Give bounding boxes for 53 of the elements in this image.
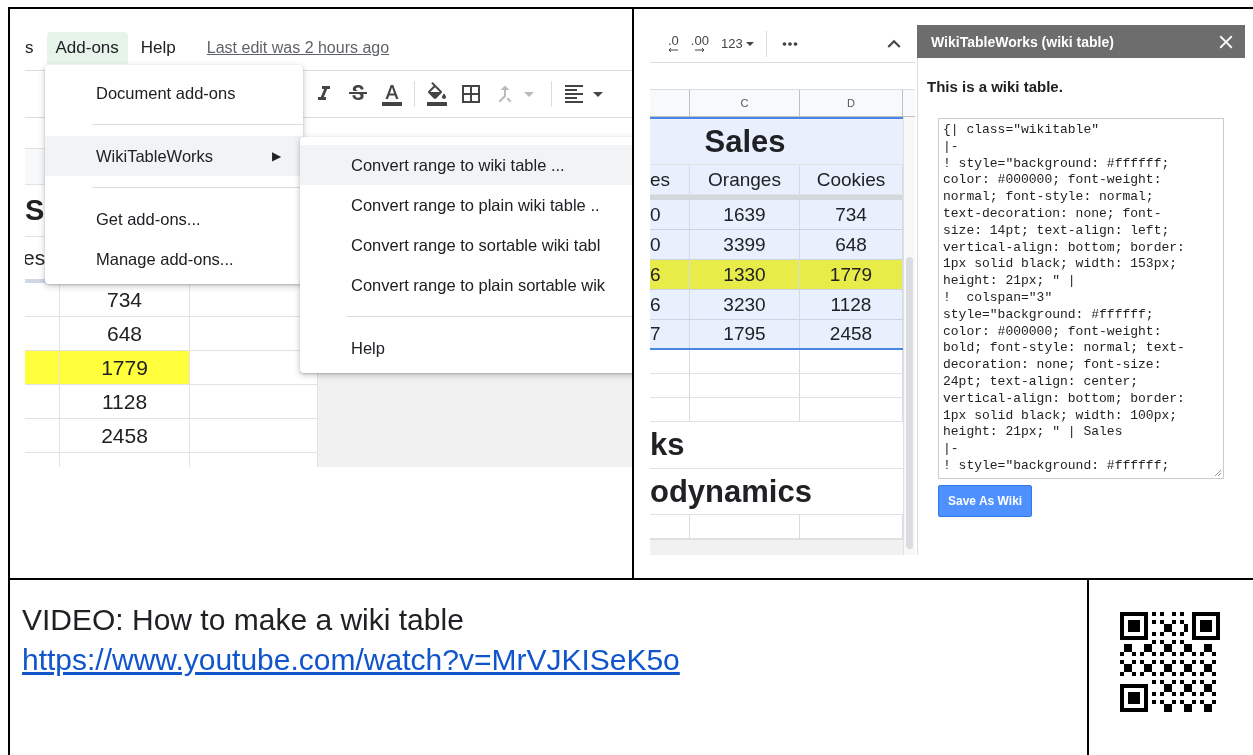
- table-cell: 0: [650, 200, 690, 229]
- table-cell: 648: [60, 317, 190, 350]
- column-header: Oranges: [690, 165, 800, 194]
- text-color-icon[interactable]: [380, 82, 404, 106]
- video-link[interactable]: https://www.youtube.com/watch?v=MrVJKISeK5o: [22, 643, 680, 676]
- column-header: es: [650, 165, 690, 194]
- number-format-button[interactable]: 123: [720, 36, 754, 51]
- code-field[interactable]: {| class="wikitable" |- ! style="background: #ffffff; color: #000000; font-weight: normal; font-style: normal; text-decoration: none; font- size: 14pt; text-align: left; vertical-align: bottom; border: 1px solid black; width: 153px; height: 21px; " | ! colspan="3" style="background: #ffffff; color: #000000; font-weight: bold; font-style: normal; text- decoration: none; font-size: 24pt; text-align: center; vertical-align: bottom; border: 1px solid black; width: 100px; height: 21px; " | Sales |- ! style="background: #ffffff;: [938, 118, 1224, 479]
- table-cell: 1779: [60, 351, 190, 384]
- table-cell: 1128: [60, 385, 190, 418]
- table-cell: 1330: [690, 260, 800, 289]
- sheet-title: S: [25, 194, 45, 227]
- column-letter: D: [800, 90, 903, 116]
- table-cell: 0: [650, 230, 690, 259]
- scrollbar[interactable]: [906, 257, 913, 549]
- table-cell: 3230: [690, 290, 800, 319]
- menu-bar-item[interactable]: Help: [131, 31, 185, 64]
- last-edit-link[interactable]: Last edit was 2 hours ago: [206, 38, 390, 57]
- sheet-text: ks: [650, 427, 686, 463]
- table-cell: 6: [650, 290, 690, 319]
- menu-item[interactable]: Convert range to wiki table ...: [300, 145, 632, 185]
- arrow-right-icon: [694, 46, 705, 53]
- fill-color-icon[interactable]: [425, 82, 449, 106]
- menu-item[interactable]: Convert range to plain sortable wik: [300, 265, 632, 305]
- menu-bar-item[interactable]: s: [25, 31, 43, 64]
- horizontal-scrollbar[interactable]: [650, 539, 903, 555]
- menu-item[interactable]: Document add-ons: [45, 73, 303, 113]
- caret-icon: [745, 41, 754, 46]
- menu-item[interactable]: Convert range to sortable wiki tabl: [300, 225, 632, 265]
- table-cell: 7: [650, 320, 690, 348]
- menu-item[interactable]: WikiTableWorks ▶: [45, 136, 303, 176]
- menu-item[interactable]: Manage add-ons...: [45, 239, 303, 279]
- video-label: VIDEO: How to make a wiki table: [22, 602, 465, 638]
- menu-item[interactable]: Get add-ons...: [45, 199, 303, 239]
- resize-grip-icon[interactable]: [1214, 469, 1222, 477]
- menu-item[interactable]: Help: [300, 328, 632, 368]
- table-cell: 3399: [690, 230, 800, 259]
- menu-item[interactable]: Convert range to plain wiki table ..: [300, 185, 632, 225]
- menu-bar-item[interactable]: Add-ons: [46, 31, 128, 64]
- sheet-text: odynamics: [650, 473, 813, 510]
- table-title: Sales: [704, 123, 786, 160]
- borders-icon[interactable]: [459, 82, 483, 106]
- table-cell: 6: [650, 260, 690, 289]
- decrease-decimal-button[interactable]: .0: [668, 34, 679, 53]
- table-cell: 1795: [690, 320, 800, 348]
- column-letter: C: [690, 90, 800, 116]
- increase-decimal-button[interactable]: .00: [690, 34, 709, 53]
- sidebar-title: WikiTableWorks (wiki table): [931, 33, 1114, 50]
- sidebar-heading: This is a wiki table.: [927, 78, 1064, 95]
- submenu-arrow: ▶: [272, 149, 281, 163]
- table-cell: 1639: [690, 200, 800, 229]
- table-cell: 2458: [60, 419, 190, 452]
- arrow-left-icon: [668, 46, 679, 53]
